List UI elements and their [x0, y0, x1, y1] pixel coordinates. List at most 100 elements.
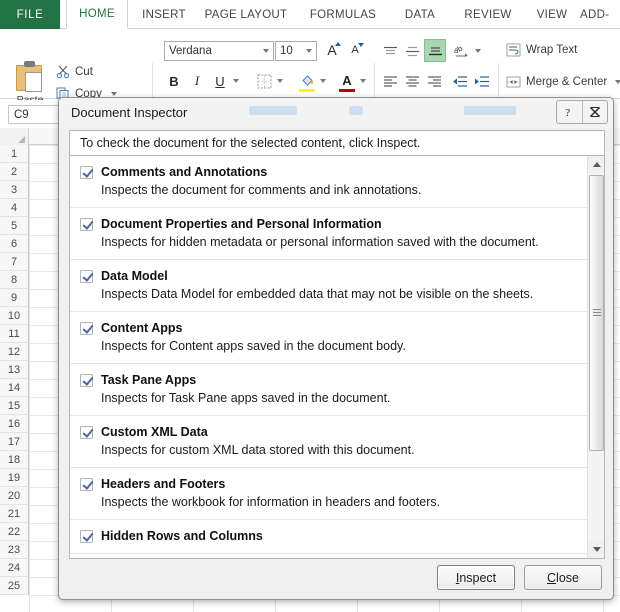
- row-header-cell[interactable]: 24: [0, 559, 28, 577]
- row-header-cell[interactable]: 13: [0, 361, 28, 379]
- underline-dropdown-caret-icon[interactable]: [231, 75, 241, 87]
- fill-color-button[interactable]: [297, 69, 317, 92]
- font-size-combobox[interactable]: 10: [275, 41, 317, 61]
- row-header-cell[interactable]: 3: [0, 181, 28, 199]
- row-header-cell[interactable]: 25: [0, 577, 28, 595]
- merge-center-dropdown-caret-icon[interactable]: [615, 80, 620, 84]
- inspector-item-checkbox[interactable]: [80, 166, 93, 179]
- row-header-cell[interactable]: 20: [0, 487, 28, 505]
- row-header-cell[interactable]: 11: [0, 325, 28, 343]
- inspector-item-title: Task Pane Apps: [101, 373, 197, 387]
- orientation-button[interactable]: a b: [452, 41, 472, 61]
- row-header-cell[interactable]: 18: [0, 451, 28, 469]
- font-color-button[interactable]: A: [337, 69, 357, 92]
- inspector-item-checkbox[interactable]: [80, 218, 93, 231]
- inspector-list-item[interactable]: Document Properties and Personal Informa…: [70, 208, 587, 260]
- row-header-cell[interactable]: 21: [0, 505, 28, 523]
- row-header-cell[interactable]: 16: [0, 415, 28, 433]
- select-all-corner[interactable]: [0, 128, 29, 145]
- row-header-cell[interactable]: 9: [0, 289, 28, 307]
- tab-home[interactable]: HOME: [66, 0, 128, 29]
- help-button[interactable]: ?: [557, 101, 582, 123]
- fill-color-dropdown-caret-icon[interactable]: [318, 75, 328, 87]
- row-header-cell[interactable]: 14: [0, 379, 28, 397]
- dialog-title-bar[interactable]: Document Inspector ?: [59, 98, 613, 128]
- inspector-item-checkbox[interactable]: [80, 426, 93, 439]
- row-header-cell[interactable]: 5: [0, 217, 28, 235]
- dialog-instruction: To check the document for the selected c…: [69, 130, 605, 156]
- row-header-cell[interactable]: 10: [0, 307, 28, 325]
- inspector-item-checkbox[interactable]: [80, 322, 93, 335]
- row-header-cell[interactable]: 4: [0, 199, 28, 217]
- orientation-dropdown-caret-icon[interactable]: [473, 45, 483, 57]
- row-header-cell[interactable]: 8: [0, 271, 28, 289]
- list-scrollbar[interactable]: [587, 156, 604, 558]
- tab-formulas[interactable]: FORMULAS: [303, 0, 383, 29]
- cut-button[interactable]: Cut: [56, 65, 93, 79]
- decrease-indent-button[interactable]: [450, 71, 470, 91]
- inspect-suffix: nspect: [459, 570, 497, 585]
- wrap-text-label: Wrap Text: [526, 44, 578, 56]
- align-bottom-button[interactable]: [424, 39, 446, 62]
- tab-data[interactable]: DATA: [393, 0, 447, 29]
- row-header-cell[interactable]: 22: [0, 523, 28, 541]
- font-color-dropdown-caret-icon[interactable]: [358, 75, 368, 87]
- font-size-caret-icon[interactable]: [306, 49, 312, 53]
- font-family-caret-icon[interactable]: [263, 49, 269, 53]
- inspect-button[interactable]: Inspect: [437, 565, 515, 590]
- row-header-cell[interactable]: 15: [0, 397, 28, 415]
- align-left-button[interactable]: [380, 71, 400, 91]
- borders-button[interactable]: [254, 71, 274, 91]
- tab-add-ins[interactable]: ADD-: [580, 0, 620, 29]
- ghost-ribbon-text-1: [249, 106, 297, 115]
- tab-file[interactable]: FILE: [0, 0, 60, 29]
- inspector-list-item[interactable]: Data Model Inspects Data Model for embedd…: [70, 260, 587, 312]
- tab-view[interactable]: VIEW: [528, 0, 576, 29]
- tab-page-layout[interactable]: PAGE LAYOUT: [198, 0, 294, 29]
- wrap-text-button[interactable]: Wrap Text: [506, 43, 577, 57]
- tab-review[interactable]: REVIEW: [455, 0, 521, 29]
- scrollbar-thumb[interactable]: [589, 175, 604, 451]
- font-family-combobox[interactable]: Verdana: [164, 41, 274, 61]
- align-middle-button[interactable]: [402, 41, 422, 61]
- italic-button[interactable]: I: [188, 71, 206, 91]
- merge-center-button[interactable]: Merge & Center: [506, 75, 620, 89]
- row-header-cell[interactable]: 2: [0, 163, 28, 181]
- inspector-item-checkbox[interactable]: [80, 478, 93, 491]
- inspector-list-item[interactable]: Hidden Rows and Columns: [70, 520, 587, 554]
- borders-icon: [257, 74, 272, 89]
- inspector-list-item[interactable]: Task Pane Apps Inspects for Task Pane app…: [70, 364, 587, 416]
- row-header-cell[interactable]: 17: [0, 433, 28, 451]
- row-header-cell[interactable]: 23: [0, 541, 28, 559]
- inspector-item-checkbox[interactable]: [80, 270, 93, 283]
- row-header-cell[interactable]: 19: [0, 469, 28, 487]
- close-button[interactable]: [582, 101, 607, 123]
- align-right-button[interactable]: [424, 71, 444, 91]
- decrease-font-size-button[interactable]: A: [345, 40, 365, 60]
- scroll-down-button[interactable]: [588, 541, 604, 558]
- inspector-list-item[interactable]: Headers and Footers Inspects the workbook…: [70, 468, 587, 520]
- inspector-list-item[interactable]: Custom XML Data Inspects for custom XML d…: [70, 416, 587, 468]
- underline-button[interactable]: U: [211, 71, 229, 91]
- close-dialog-button[interactable]: Close: [524, 565, 602, 590]
- bold-label: B: [169, 73, 179, 89]
- scroll-up-button[interactable]: [588, 156, 604, 173]
- borders-dropdown-caret-icon[interactable]: [275, 75, 285, 87]
- align-center-button[interactable]: [402, 71, 422, 91]
- name-box[interactable]: C9: [8, 105, 60, 124]
- row-header-cell[interactable]: 1: [0, 145, 28, 163]
- row-header-cell[interactable]: 12: [0, 343, 28, 361]
- inspector-item-checkbox[interactable]: [80, 530, 93, 543]
- align-top-button[interactable]: [380, 41, 400, 61]
- row-header-cell[interactable]: 7: [0, 253, 28, 271]
- increase-font-size-button[interactable]: A: [322, 40, 342, 60]
- inspector-item-description: Inspects Data Model for embedded data th…: [101, 287, 534, 301]
- bold-button[interactable]: B: [165, 71, 183, 91]
- tab-insert[interactable]: INSERT: [134, 0, 194, 29]
- increase-indent-button[interactable]: [472, 71, 492, 91]
- inspector-list-item[interactable]: Content Apps Inspects for Content apps sa…: [70, 312, 587, 364]
- copy-dropdown-caret-icon[interactable]: [110, 92, 117, 96]
- row-header-cell[interactable]: 6: [0, 235, 28, 253]
- inspector-item-checkbox[interactable]: [80, 374, 93, 387]
- inspector-list-item[interactable]: Comments and Annotations Inspects the doc…: [70, 156, 587, 208]
